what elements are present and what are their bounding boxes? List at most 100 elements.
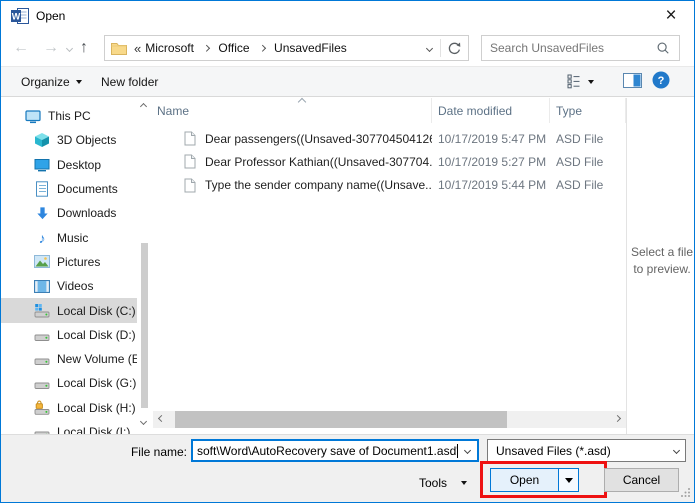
file-row-3[interactable]: Type the sender company name((Unsave...1… xyxy=(151,174,626,197)
drive-icon xyxy=(34,375,50,391)
search-input[interactable]: Search UnsavedFiles xyxy=(490,41,655,55)
pc-icon xyxy=(25,108,41,124)
help-icon: ? xyxy=(652,71,670,92)
sidebar-item-pictures[interactable]: Pictures xyxy=(1,250,137,274)
recent-locations-chevron-icon[interactable] xyxy=(66,45,73,52)
search-icon[interactable] xyxy=(655,40,671,56)
svg-text:W: W xyxy=(12,12,21,22)
file-type-value: Unsaved Files (*.asd) xyxy=(496,444,674,458)
window-title: Open xyxy=(36,1,65,31)
main-content: This PC3D Objects Desktop Documents Downloa… xyxy=(1,98,694,434)
file-name-cell[interactable]: Type the sender company name((Unsave... xyxy=(151,177,432,193)
sidebar-item-local-disk-c[interactable]: Local Disk (C:) xyxy=(1,298,137,322)
column-header-date-modified[interactable]: Date modified xyxy=(432,98,550,123)
scroll-down-icon[interactable] xyxy=(140,418,147,425)
file-row-2[interactable]: Dear Professor Kathian((Unsaved-307704..… xyxy=(151,150,626,173)
address-divider xyxy=(440,39,441,57)
drive-icon xyxy=(34,327,50,343)
breadcrumb-separator-icon[interactable] xyxy=(203,45,209,51)
navigation-bar: ← → ↑ « Microsoft Office UnsavedFiles xyxy=(1,31,694,66)
scroll-left-icon[interactable] xyxy=(158,415,165,422)
refresh-icon[interactable] xyxy=(447,41,462,56)
column-header-name[interactable]: Name xyxy=(151,98,432,123)
sidebar-item-local-disk-g[interactable]: Local Disk (G:) xyxy=(1,371,137,395)
file-name-dropdown-chevron-icon[interactable] xyxy=(458,441,477,460)
desktop-icon xyxy=(34,157,50,173)
file-name-combobox[interactable]: soft\Word\AutoRecovery save of Document1… xyxy=(191,439,479,462)
breadcrumb-item-unsavedfiles[interactable]: UnsavedFiles xyxy=(272,41,349,55)
sidebar-item-music[interactable]: ♪Music xyxy=(1,225,137,249)
sidebar-item-label: Videos xyxy=(57,279,93,293)
sidebar-item-label: Local Disk (H:) xyxy=(57,401,136,415)
scrollbar-thumb[interactable] xyxy=(175,411,507,428)
preview-pane-button[interactable] xyxy=(623,67,642,96)
up-button[interactable]: ↑ xyxy=(80,38,88,58)
tools-button[interactable]: Tools xyxy=(419,472,467,494)
open-button[interactable]: Open xyxy=(490,468,579,492)
dialog-footer: File name: soft\Word\AutoRecovery save o… xyxy=(1,434,694,503)
column-header-type[interactable]: Type xyxy=(550,98,626,123)
breadcrumb-item-microsoft[interactable]: Microsoft xyxy=(143,41,196,55)
breadcrumb-collapse-chevrons[interactable]: « xyxy=(134,41,141,56)
open-button-label[interactable]: Open xyxy=(491,469,558,491)
sidebar-item-3d-objects[interactable]: 3D Objects xyxy=(1,128,137,152)
sidebar-item-this-pc[interactable]: This PC xyxy=(1,104,137,128)
resize-grip[interactable] xyxy=(680,487,691,501)
sidebar-item-local-disk-i[interactable]: Local Disk (I:) xyxy=(1,420,137,434)
title-bar: W Open × xyxy=(1,1,694,31)
sidebar-item-documents[interactable]: Documents xyxy=(1,177,137,201)
file-icon xyxy=(182,177,198,193)
file-row-1[interactable]: Dear passengers((Unsaved-307704504126...… xyxy=(151,127,626,150)
file-name-label: File name: xyxy=(119,445,187,459)
search-box[interactable]: Search UnsavedFiles xyxy=(481,35,680,61)
breadcrumb-separator-icon[interactable] xyxy=(259,45,265,51)
forward-button[interactable]: → xyxy=(43,38,59,58)
change-view-button[interactable] xyxy=(567,67,594,96)
new-folder-button[interactable]: New folder xyxy=(101,67,158,96)
new-folder-label: New folder xyxy=(101,75,158,89)
sidebar-item-label: Local Disk (C:) xyxy=(57,304,136,318)
sidebar-item-label: Desktop xyxy=(57,158,101,172)
file-date-modified-cell: 10/17/2019 5:27 PM xyxy=(432,155,550,169)
sidebar-item-local-disk-d[interactable]: Local Disk (D:) xyxy=(1,323,137,347)
file-type-dropdown[interactable]: Unsaved Files (*.asd) xyxy=(487,439,686,462)
sidebar-scrollbar[interactable] xyxy=(137,98,152,434)
sidebar-item-downloads[interactable]: Downloads xyxy=(1,201,137,225)
chevron-down-icon xyxy=(673,447,680,454)
open-split-dropdown[interactable] xyxy=(558,469,578,491)
sidebar-item-label: Downloads xyxy=(57,206,116,220)
details-view-icon xyxy=(567,74,583,90)
music-icon: ♪ xyxy=(34,230,50,246)
file-name-cell[interactable]: Dear Professor Kathian((Unsaved-307704..… xyxy=(151,154,432,170)
sidebar-item-label: Local Disk (I:) xyxy=(57,425,130,434)
sidebar-item-new-volume-e[interactable]: New Volume (E:) xyxy=(1,347,137,371)
sidebar-item-desktop[interactable]: Desktop xyxy=(1,153,137,177)
horizontal-scrollbar[interactable] xyxy=(153,411,626,428)
file-name-cell[interactable]: Dear passengers((Unsaved-307704504126... xyxy=(151,131,432,147)
scrollbar-thumb[interactable] xyxy=(141,243,148,408)
file-date-modified-cell: 10/17/2019 5:44 PM xyxy=(432,178,550,192)
scroll-up-icon[interactable] xyxy=(140,103,147,110)
file-type-cell: ASD File xyxy=(550,132,626,146)
address-bar[interactable]: « Microsoft Office UnsavedFiles xyxy=(104,35,469,61)
scroll-right-icon[interactable] xyxy=(614,415,621,422)
organize-button[interactable]: Organize xyxy=(21,67,82,96)
sidebar-item-videos[interactable]: Videos xyxy=(1,274,137,298)
drive-icon xyxy=(34,424,50,434)
sidebar-item-local-disk-h[interactable]: Local Disk (H:) xyxy=(1,396,137,420)
column-headers: Name Date modified Type xyxy=(151,98,626,123)
address-dropdown-chevron-icon[interactable] xyxy=(426,44,433,51)
navigation-sidebar: This PC3D Objects Desktop Documents Downloa… xyxy=(1,98,137,434)
breadcrumb: Microsoft Office UnsavedFiles xyxy=(143,41,419,55)
help-button[interactable]: ? xyxy=(652,67,670,96)
breadcrumb-item-office[interactable]: Office xyxy=(216,41,251,55)
close-button[interactable]: × xyxy=(648,1,694,31)
pictures-icon xyxy=(34,254,50,270)
sidebar-item-label: Local Disk (G:) xyxy=(57,376,136,390)
3d-objects-icon xyxy=(34,132,50,148)
cancel-button[interactable]: Cancel xyxy=(604,468,679,492)
file-type-cell: ASD File xyxy=(550,155,626,169)
drive-icon xyxy=(34,351,50,367)
file-name-input[interactable]: soft\Word\AutoRecovery save of Document1… xyxy=(193,444,457,458)
back-button[interactable]: ← xyxy=(13,38,29,58)
